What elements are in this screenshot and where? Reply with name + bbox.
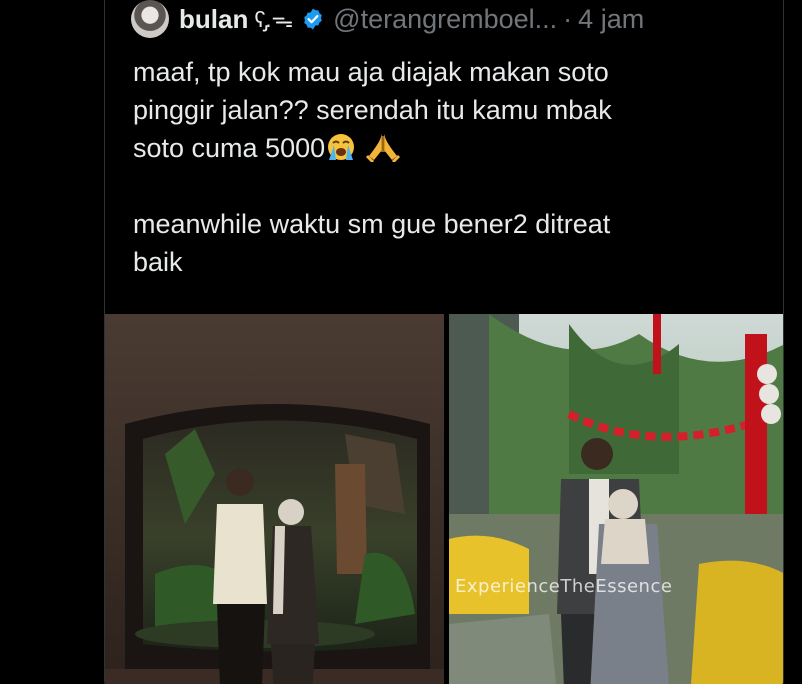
folded-hands-icon: [365, 134, 400, 162]
tweet-line: pinggir jalan?? serendah itu kamu mbak: [133, 95, 612, 125]
author-name-decoration: ʕ̡.ᯓ: [254, 7, 294, 32]
separator-dot: ·: [563, 3, 573, 34]
photo-watermark: ExperienceTheEssence: [455, 576, 673, 597]
crying-face-icon: [328, 134, 355, 160]
quoted-tweet-card[interactable]: bulan ʕ̡.ᯓ @terangremboel... · 4 jam maa…: [104, 0, 784, 684]
tweet-line: meanwhile waktu sm gue bener2 ditreat: [133, 209, 611, 239]
photo-garden-couple[interactable]: ExperienceTheEssence: [449, 314, 783, 684]
timestamp[interactable]: 4 jam: [578, 4, 644, 35]
photo-aquarium-couple[interactable]: [105, 314, 444, 684]
tweet-header: bulan ʕ̡.ᯓ @terangremboel... · 4 jam: [131, 0, 644, 39]
avatar[interactable]: [131, 0, 169, 38]
tweet-line: soto cuma 5000: [133, 133, 326, 163]
tweet-line: maaf, tp kok mau aja diajak makan soto: [133, 57, 609, 87]
verified-badge-icon: [304, 8, 322, 30]
author-handle[interactable]: @terangremboel...: [333, 4, 557, 35]
tweet-line-with-emoji: soto cuma 5000: [133, 129, 753, 167]
media-grid: ExperienceTheEssence: [105, 314, 783, 684]
tweet-line: baik: [133, 247, 183, 277]
tweet-body: maaf, tp kok mau aja diajak makan soto p…: [133, 53, 753, 281]
author-name[interactable]: bulan: [179, 4, 248, 35]
